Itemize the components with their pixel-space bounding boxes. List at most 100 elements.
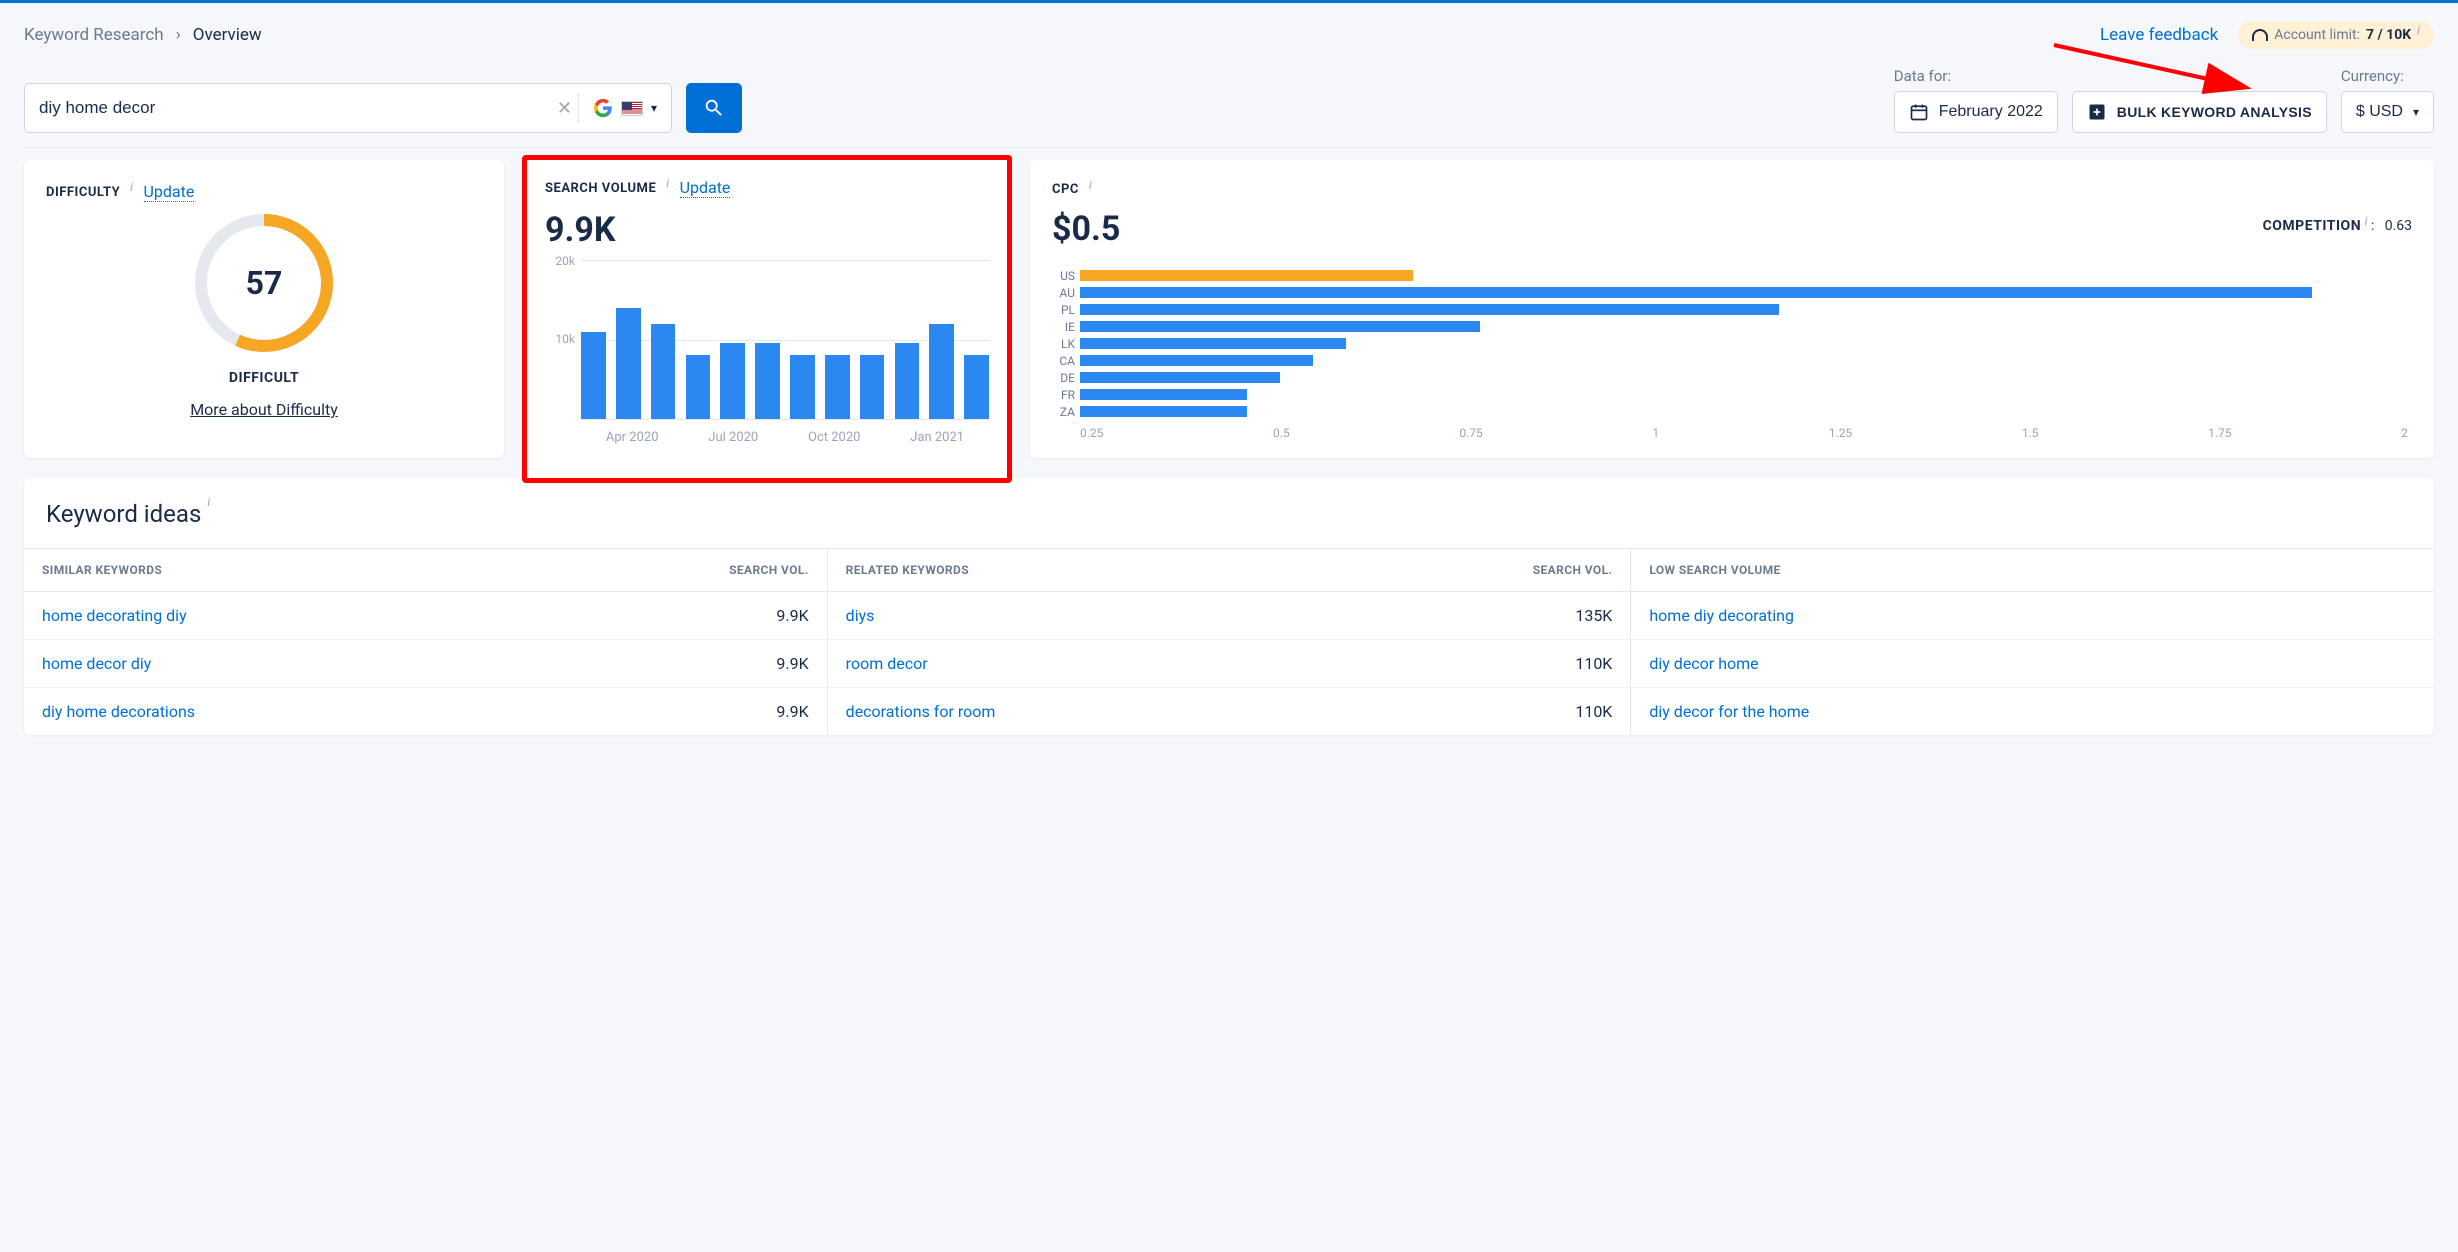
search-volume-update-link[interactable]: Update <box>680 178 731 198</box>
x-tick: 1.5 <box>2022 426 2039 440</box>
info-icon[interactable]: i <box>2365 214 2368 228</box>
data-for-label: Data for: <box>1894 67 2058 85</box>
keyword-link[interactable]: home decor diy <box>42 654 776 673</box>
cpc-bar <box>1080 372 1280 383</box>
search-volume: 135K <box>1575 606 1612 625</box>
cpc-bar <box>1080 338 1346 349</box>
volume-bar[interactable] <box>686 355 711 419</box>
account-limit-label: Account limit: <box>2274 27 2360 43</box>
keyword-link[interactable]: home decorating diy <box>42 606 776 625</box>
country-code: IE <box>1052 320 1080 334</box>
keyword-link[interactable]: diys <box>846 606 1576 625</box>
x-tick: 0.25 <box>1080 426 1103 440</box>
search-box: ✕ ▾ <box>24 83 672 133</box>
country-code: AU <box>1052 286 1080 300</box>
leave-feedback-link[interactable]: Leave feedback <box>2100 25 2218 45</box>
volume-bar[interactable] <box>964 355 989 419</box>
volume-bar[interactable] <box>790 355 815 419</box>
cpc-bar <box>1080 355 1313 366</box>
idea-row: room decor110K <box>828 640 1631 688</box>
country-code: DE <box>1052 371 1080 385</box>
cpc-bar <box>1080 321 1480 332</box>
volume-bar[interactable] <box>755 343 780 419</box>
bulk-keyword-analysis-button[interactable]: BULK KEYWORD ANALYSIS <box>2072 91 2327 133</box>
volume-bar[interactable] <box>651 324 676 419</box>
volume-bar[interactable] <box>860 355 885 419</box>
account-limit-pill[interactable]: Account limit: 7 / 10K i <box>2238 21 2434 49</box>
cpc-country-row[interactable]: CA <box>1052 352 2412 369</box>
cpc-country-row[interactable]: LK <box>1052 335 2412 352</box>
keyword-link[interactable]: diy decor home <box>1649 654 2416 673</box>
search-button[interactable] <box>686 83 742 133</box>
data-for-selector[interactable]: February 2022 <box>1894 91 2058 133</box>
cpc-country-row[interactable]: US <box>1052 267 2412 284</box>
cpc-country-row[interactable]: FR <box>1052 386 2412 403</box>
breadcrumb-current: Overview <box>193 25 262 45</box>
keyword-link[interactable]: diy home decorations <box>42 702 776 721</box>
account-limit-value: 7 / 10K <box>2366 27 2411 43</box>
currency-selector[interactable]: $ USD ▾ <box>2341 91 2434 133</box>
difficulty-score: 57 <box>189 208 339 358</box>
volume-bar[interactable] <box>616 308 641 419</box>
x-tick: 1.25 <box>1829 426 1852 440</box>
x-tick: Jul 2020 <box>708 430 758 445</box>
cpc-country-row[interactable]: AU <box>1052 284 2412 301</box>
x-tick: Apr 2020 <box>606 430 659 445</box>
volume-bar[interactable] <box>895 343 920 419</box>
idea-row: home decorating diy9.9K <box>24 592 827 640</box>
volume-bar[interactable] <box>720 343 745 419</box>
cpc-country-row[interactable]: ZA <box>1052 403 2412 420</box>
keyword-link[interactable]: home diy decorating <box>1649 606 2416 625</box>
idea-row: diy decor home <box>1631 640 2434 688</box>
breadcrumb-parent[interactable]: Keyword Research <box>24 25 164 45</box>
volume-bar[interactable] <box>825 355 850 419</box>
info-icon: i <box>2417 23 2420 37</box>
cpc-country-row[interactable]: DE <box>1052 369 2412 386</box>
info-icon[interactable]: i <box>1089 178 1092 192</box>
y-tick: 10k <box>545 332 575 346</box>
country-code: ZA <box>1052 405 1080 419</box>
idea-row: diy home decorations9.9K <box>24 688 827 735</box>
idea-row: home diy decorating <box>1631 592 2434 640</box>
keyword-search-input[interactable] <box>39 98 551 118</box>
cpc-card: CPC i $0.5 COMPETITION i : 0.63 USAUPLIE… <box>1030 160 2434 458</box>
keyword-link[interactable]: diy decor for the home <box>1649 702 2416 721</box>
volume-bar[interactable] <box>581 332 606 419</box>
clear-icon[interactable]: ✕ <box>551 98 578 119</box>
country-code: US <box>1052 269 1080 283</box>
difficulty-gauge: 57 <box>189 208 339 358</box>
us-flag-icon <box>621 101 643 116</box>
google-icon <box>593 98 613 118</box>
metrics-cards: DIFFICULTY i Update 57 DIFFICULT More ab… <box>24 160 2434 458</box>
volume-bar[interactable] <box>929 324 954 419</box>
country-code: CA <box>1052 354 1080 368</box>
info-icon[interactable]: i <box>666 176 669 190</box>
x-tick: Jan 2021 <box>910 430 964 445</box>
search-volume: 9.9K <box>776 702 808 721</box>
cpc-country-row[interactable]: PL <box>1052 301 2412 318</box>
difficulty-update-link[interactable]: Update <box>144 182 195 202</box>
cpc-bar <box>1080 389 1247 400</box>
plus-box-icon <box>2087 102 2107 122</box>
more-about-difficulty-link[interactable]: More about Difficulty <box>190 400 338 419</box>
info-icon[interactable]: i <box>130 180 133 194</box>
chevron-right-icon: › <box>176 25 181 45</box>
keyword-link[interactable]: room decor <box>846 654 1576 673</box>
difficulty-card: DIFFICULTY i Update 57 DIFFICULT More ab… <box>24 160 504 458</box>
search-engine-selector[interactable]: ▾ <box>578 93 657 123</box>
cpc-bar <box>1080 406 1247 417</box>
info-icon[interactable]: i <box>207 495 210 509</box>
search-volume-card: SEARCH VOLUME i Update 9.9K 20k 10k Apr … <box>522 155 1012 483</box>
gauge-icon <box>2252 29 2268 41</box>
cpc-country-row[interactable]: IE <box>1052 318 2412 335</box>
cpc-title: CPC <box>1052 182 1079 197</box>
similar-keywords-column: SIMILAR KEYWORDS SEARCH VOL. home decora… <box>24 549 828 735</box>
competition-label: COMPETITION <box>2263 218 2361 234</box>
keyword-link[interactable]: decorations for room <box>846 702 1576 721</box>
cpc-bar <box>1080 287 2312 298</box>
cpc-bar <box>1080 304 1779 315</box>
search-volume-value: 9.9K <box>545 210 989 250</box>
top-row: Keyword Research › Overview Leave feedba… <box>24 21 2434 49</box>
y-tick: 20k <box>545 254 575 268</box>
currency-label: Currency: <box>2341 67 2434 85</box>
